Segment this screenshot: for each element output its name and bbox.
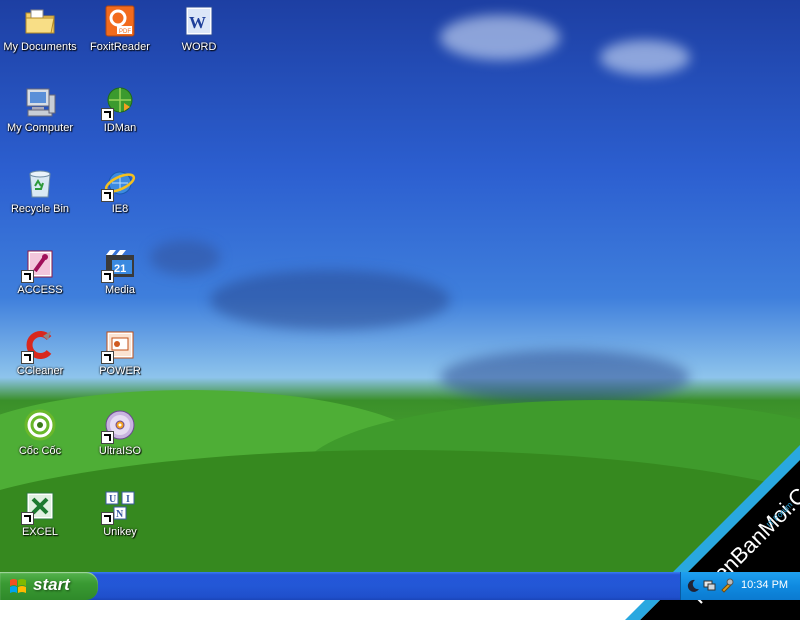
ccleaner-icon bbox=[21, 328, 57, 364]
excel-icon bbox=[21, 489, 57, 525]
unikey-icon: UIN bbox=[101, 489, 137, 525]
desktop-icon-foxitreader[interactable]: PDF FoxitReader bbox=[81, 2, 159, 72]
start-label: start bbox=[33, 575, 70, 594]
shortcut-arrow-icon bbox=[101, 189, 114, 202]
svg-text:I: I bbox=[126, 494, 130, 505]
desktop-icon-power[interactable]: POWER bbox=[81, 326, 159, 396]
pdf-icon: PDF bbox=[103, 4, 137, 38]
shortcut-arrow-icon bbox=[101, 512, 114, 525]
svg-text:W: W bbox=[189, 13, 206, 32]
svg-text:21: 21 bbox=[114, 263, 126, 275]
cloud bbox=[600, 40, 690, 75]
desktop[interactable]: My Documents My Computer Recycle Bin ACC… bbox=[0, 0, 800, 572]
cloud bbox=[210, 270, 450, 330]
network-icon[interactable] bbox=[702, 578, 717, 593]
desktop-icon-my-computer[interactable]: My Computer bbox=[1, 83, 79, 153]
cloud bbox=[440, 350, 690, 405]
desktop-icon-recycle-bin[interactable]: Recycle Bin bbox=[1, 164, 79, 234]
svg-text:PDF: PDF bbox=[119, 29, 131, 35]
cloud bbox=[150, 240, 220, 275]
desktop-icon-ultraiso[interactable]: UltraISO bbox=[81, 406, 159, 476]
coccoc-icon bbox=[23, 408, 57, 442]
powerpoint-icon bbox=[101, 328, 137, 364]
desktop-icon-my-documents[interactable]: My Documents bbox=[1, 2, 79, 72]
computer-icon bbox=[23, 85, 57, 119]
desktop-icon-coccoc[interactable]: Cốc Cốc bbox=[1, 406, 79, 476]
desktop-icon-word[interactable]: W WORD bbox=[160, 2, 238, 72]
desktop-icon-ccleaner[interactable]: CCleaner bbox=[1, 326, 79, 396]
shortcut-arrow-icon bbox=[21, 270, 34, 283]
system-tray: 10:34 PM bbox=[680, 572, 800, 600]
internet-explorer-icon bbox=[101, 166, 137, 202]
download-manager-icon bbox=[101, 85, 137, 121]
shortcut-arrow-icon bbox=[21, 512, 34, 525]
desktop-icon-access[interactable]: ACCESS bbox=[1, 245, 79, 315]
windows-logo-icon bbox=[10, 579, 26, 593]
desktop-icon-idman[interactable]: IDMan bbox=[81, 83, 159, 153]
clock[interactable]: 10:34 PM bbox=[741, 579, 788, 591]
start-button[interactable]: start bbox=[0, 572, 98, 600]
word-icon: W bbox=[182, 4, 216, 38]
moon-icon[interactable] bbox=[686, 578, 701, 593]
shortcut-arrow-icon bbox=[101, 351, 114, 364]
tools-icon[interactable] bbox=[719, 578, 734, 593]
desktop-icon-ie8[interactable]: IE8 bbox=[81, 164, 159, 234]
shortcut-arrow-icon bbox=[21, 351, 34, 364]
desktop-icon-excel[interactable]: EXCEL bbox=[1, 487, 79, 557]
desktop-icon-unikey[interactable]: UIN Unikey bbox=[81, 487, 159, 557]
shortcut-arrow-icon bbox=[101, 270, 114, 283]
svg-text:N: N bbox=[116, 509, 124, 520]
recycle-bin-icon bbox=[23, 166, 57, 200]
cloud bbox=[440, 15, 560, 60]
access-icon bbox=[21, 247, 57, 283]
desktop-icon-media[interactable]: 21 Media bbox=[81, 245, 159, 315]
taskbar: start 10:34 PM bbox=[0, 572, 800, 600]
shortcut-arrow-icon bbox=[101, 108, 114, 121]
svg-text:U: U bbox=[109, 494, 116, 505]
media-icon: 21 bbox=[101, 247, 137, 283]
shortcut-arrow-icon bbox=[101, 431, 114, 444]
disc-icon bbox=[101, 408, 137, 444]
folder-icon bbox=[23, 4, 57, 38]
